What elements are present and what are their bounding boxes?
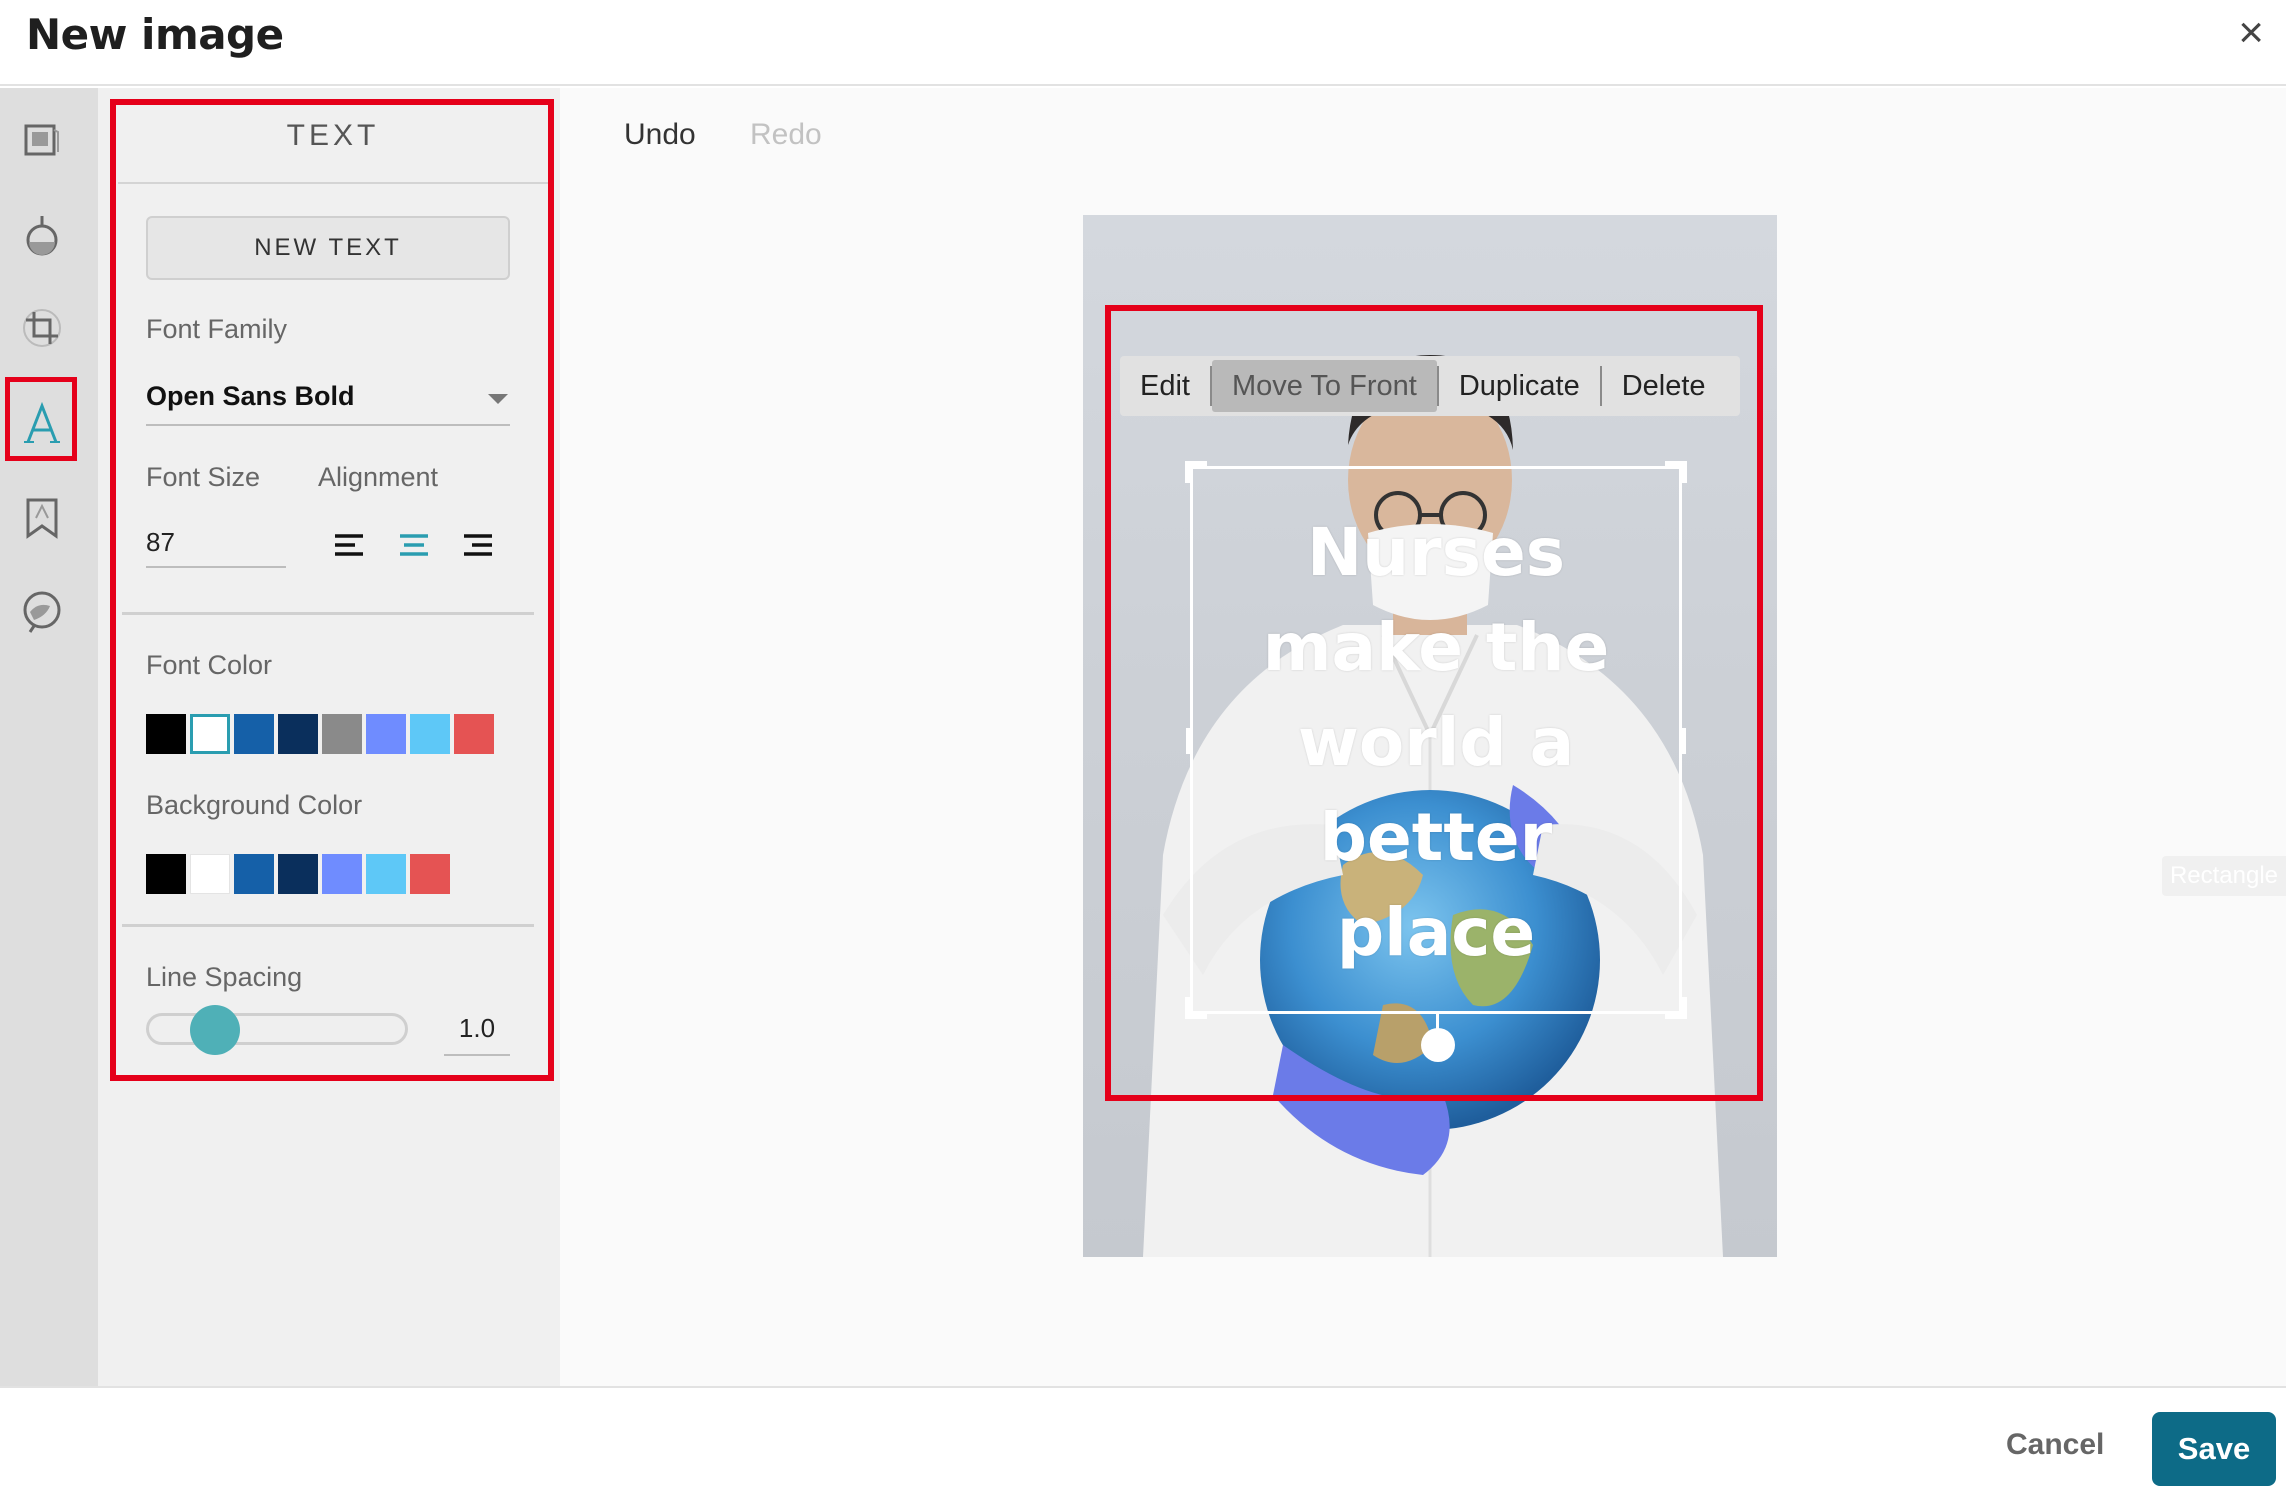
color-swatch[interactable] (410, 714, 450, 754)
line-spacing-value[interactable]: 1.0 (444, 1010, 510, 1056)
color-swatch[interactable] (278, 854, 318, 894)
crop-icon[interactable] (18, 304, 66, 352)
text-line: Nurses (1306, 514, 1566, 591)
modal-header: New image × (0, 0, 2286, 86)
modal-title: New image (26, 10, 284, 59)
edit-button[interactable]: Edit (1120, 364, 1210, 408)
font-family-select[interactable]: Open Sans Bold (146, 374, 510, 426)
color-swatch[interactable] (234, 854, 274, 894)
undo-button[interactable]: Undo (624, 118, 696, 152)
color-swatch[interactable] (190, 854, 230, 894)
font-family-label: Font Family (146, 314, 288, 344)
align-right-icon[interactable] (460, 528, 496, 564)
cancel-button[interactable]: Cancel (2006, 1428, 2104, 1462)
filter-icon[interactable] (18, 210, 66, 258)
save-button[interactable]: Save (2152, 1412, 2276, 1486)
color-swatch[interactable] (366, 854, 406, 894)
tool-rail (0, 88, 98, 1386)
sticker-icon[interactable] (18, 588, 66, 636)
line-spacing-slider-thumb[interactable] (190, 1005, 240, 1055)
align-center-icon[interactable] (396, 528, 432, 564)
text-line: place (1336, 894, 1536, 971)
new-text-button[interactable]: NEW TEXT (146, 216, 510, 280)
text-line: better (1319, 799, 1553, 876)
color-swatch[interactable] (410, 854, 450, 894)
resize-handle-left[interactable] (1186, 728, 1192, 754)
text-line: make the (1262, 609, 1610, 686)
chevron-down-icon (488, 394, 508, 404)
color-swatch[interactable] (366, 714, 406, 754)
image-icon[interactable] (18, 116, 66, 164)
resize-handle-right[interactable] (1680, 728, 1686, 754)
rectangle-tag: Rectangle (2162, 856, 2286, 896)
context-toolbar: Edit Move To Front Duplicate Delete (1120, 356, 1740, 416)
redo-button[interactable]: Redo (750, 118, 822, 152)
active-tool-highlight (5, 377, 77, 461)
color-swatch[interactable] (322, 714, 362, 754)
color-swatch[interactable] (322, 854, 362, 894)
modal-footer (0, 1386, 2286, 1500)
text-line: world a (1297, 704, 1575, 781)
font-size-input[interactable] (146, 518, 286, 568)
font-size-label: Font Size (146, 462, 261, 492)
color-swatch[interactable] (146, 854, 186, 894)
alignment-label: Alignment (318, 462, 439, 492)
color-swatch[interactable] (234, 714, 274, 754)
line-spacing-label: Line Spacing (146, 962, 303, 992)
section-divider (122, 924, 534, 927)
resize-handle-bottom-right[interactable] (1682, 997, 1687, 1019)
align-left-icon[interactable] (331, 528, 367, 564)
line-spacing-slider[interactable] (146, 1013, 408, 1045)
color-swatch[interactable] (278, 714, 318, 754)
color-swatch[interactable] (454, 714, 494, 754)
background-color-label: Background Color (146, 790, 363, 820)
font-family-value: Open Sans Bold (146, 381, 355, 411)
panel-title: TEXT (118, 100, 548, 184)
color-swatch[interactable] (190, 714, 230, 754)
font-color-label: Font Color (146, 650, 273, 680)
color-swatch[interactable] (146, 714, 186, 754)
section-divider (122, 612, 534, 615)
duplicate-button[interactable]: Duplicate (1439, 364, 1600, 408)
resize-handle-bottom-left[interactable] (1185, 997, 1190, 1019)
move-to-front-button[interactable]: Move To Front (1211, 360, 1437, 412)
close-icon[interactable]: × (2238, 8, 2264, 58)
bookmark-icon[interactable] (18, 494, 66, 542)
delete-button[interactable]: Delete (1602, 364, 1726, 408)
text-box-content[interactable]: Nurses make the world a better place (1190, 505, 1682, 980)
resize-handle-top-left[interactable] (1185, 461, 1190, 483)
rotate-handle[interactable] (1421, 1028, 1455, 1062)
resize-handle-top-right[interactable] (1682, 461, 1687, 483)
